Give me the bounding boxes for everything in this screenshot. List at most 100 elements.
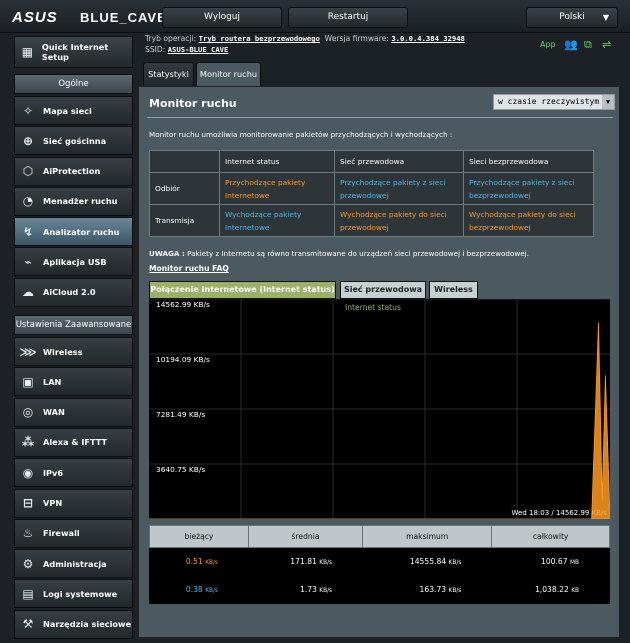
sidebar-item-usb-app[interactable]: ⌁ Aplikacja USB — [14, 247, 133, 277]
users-icon[interactable]: 👥 — [564, 38, 578, 51]
sidebar-item-wireless[interactable]: ⋙ Wireless — [14, 337, 133, 367]
table-cell: Wychodzące pakiety do sieci przewodowej — [334, 204, 464, 237]
quick-setup-label: Quick Internet Setup — [41, 42, 109, 62]
stats-header: całkowity — [491, 525, 610, 548]
firewall-icon: ♨ — [22, 526, 34, 541]
table-header: Internet status — [219, 150, 335, 173]
quick-setup-icon: ▦ — [21, 45, 34, 59]
wan-icon: ◎ — [22, 405, 34, 420]
logout-button[interactable]: Wyloguj — [162, 7, 282, 28]
stats-cell: 100.67 MB — [491, 547, 610, 576]
app-link[interactable]: App — [540, 40, 556, 49]
stats-cell: 1.73 KB/s — [247, 575, 364, 604]
firmware-label: Wersja firmware: — [324, 34, 389, 43]
note-label: UWAGA : — [149, 249, 185, 258]
sidebar-item-aicloud[interactable]: ☁ AiCloud 2.0 — [14, 277, 133, 307]
chevron-down-icon: ▼ — [602, 95, 614, 109]
divider — [147, 117, 613, 118]
language-select[interactable]: Polski ▼ — [526, 7, 618, 28]
advanced-section-header: Ustawienia Zaawansowane — [14, 315, 133, 336]
sidebar-item-ipv6[interactable]: ◉ IPv6 — [14, 458, 133, 488]
sidebar-item-traffic-analyzer[interactable]: ↯ Analizator ruchu — [14, 217, 133, 247]
traffic-chart: 14562.99 KB/s 10194.09 KB/s 7281.49 KB/s 36… — [149, 299, 610, 519]
tab-traffic-monitor[interactable]: Monitor ruchu — [196, 62, 261, 86]
row-label: Transmisja — [149, 204, 220, 237]
general-section-header: Ogólne — [14, 74, 133, 94]
table-row: 0.38 KB/s 1.73 KB/s 163.73 KB/s 1,038.22… — [149, 575, 610, 604]
sidebar-item-wan[interactable]: ◎ WAN — [14, 397, 133, 427]
wireless-icon: ⋙ — [19, 344, 37, 359]
sidebar-item-guest-network[interactable]: ⊕ Sieć gościnna — [14, 126, 133, 156]
sidebar-item-system-log[interactable]: ▤ Logi systemowe — [14, 579, 133, 609]
note: UWAGA : Pakiety z Internetu są równo tra… — [149, 249, 529, 258]
aiprotection-icon: ⬡ — [22, 164, 34, 179]
sidebar-item-network-tools[interactable]: ⚒ Narzędzia sieciowe — [14, 609, 133, 639]
lan-icon: ▣ — [22, 374, 34, 389]
traffic-manager-icon: ◔ — [22, 194, 34, 209]
top-bar: ASUS BLUE_CAVE Wyloguj Restartuj Polski … — [0, 0, 630, 33]
table-cell: Wychodzące pakiety do sieci bezprzewodow… — [463, 204, 594, 237]
traffic-chart-svg: 14562.99 KB/s 10194.09 KB/s 7281.49 KB/s 36… — [149, 299, 610, 519]
tab-statistics[interactable]: Statystyki — [143, 62, 194, 86]
page-title: Monitor ruchu — [149, 97, 237, 110]
table-header: Sieci bezprzewodowa — [463, 150, 594, 173]
table-cell: Przychodzące pakiety z sieci bezprzewodo… — [463, 172, 594, 205]
router-info: Tryb operacji: Tryb routera bezprzewodow… — [145, 33, 465, 55]
sidebar-item-network-map[interactable]: ✧ Mapa sieci — [14, 96, 133, 125]
note-text: Pakiety z Internetu są równo transmitowa… — [187, 249, 529, 258]
sidebar-item-traffic-manager[interactable]: ◔ Menadżer ruchu — [14, 186, 133, 216]
sidebar: ▦ Quick Internet Setup Ogólne ✧ Mapa siec… — [14, 36, 133, 640]
admin-icon: ⚙ — [22, 556, 34, 571]
model-name: BLUE_CAVE — [80, 10, 167, 25]
ssid-link[interactable]: ASUS-BLUE_CAVE — [168, 45, 229, 54]
sidebar-item-alexa[interactable]: ⁂ Alexa & IFTTT — [14, 427, 133, 457]
table-header: Sieć przewodowa — [334, 150, 464, 173]
tab-internet-status[interactable]: Połączenie Internetowe (Internet status) — [149, 281, 336, 299]
y-tick-label: 3640.75 KB/s — [156, 465, 205, 474]
vpn-icon: ⊟ — [22, 496, 34, 511]
stats-table: bieżący średnia maksimum całkowity 0.51 … — [149, 525, 610, 604]
table-row: 0.51 KB/s 171.81 KB/s 14555.84 KB/s 100.… — [149, 547, 610, 576]
series-area-rx — [149, 322, 610, 519]
monitor-mode-select[interactable]: w czasie rzeczywistym ▼ — [493, 94, 615, 110]
faq-link[interactable]: Monitor ruchu FAQ — [149, 264, 229, 273]
table-cell: Wychodzące pakiety Internetowe — [219, 204, 335, 237]
table-row: Transmisja Wychodzące pakiety Internetow… — [149, 204, 594, 237]
stats-cell: 163.73 KB/s — [362, 575, 493, 604]
tools-icon: ⚒ — [22, 617, 34, 632]
tab-wired[interactable]: Sieć przewodowa — [340, 281, 426, 299]
firmware-link[interactable]: 3.0.0.4.384_32948 — [391, 34, 465, 43]
y-tick-label: 7281.49 KB/s — [156, 410, 205, 419]
sidebar-item-lan[interactable]: ▣ LAN — [14, 367, 133, 397]
sidebar-item-firewall[interactable]: ♨ Firewall — [14, 518, 133, 548]
ssid-label: SSID: — [145, 45, 166, 54]
mode-link[interactable]: Tryb routera bezprzewodowego — [199, 34, 320, 43]
table-cell: Przychodzące pakiety z sieci przewodowej — [334, 172, 464, 205]
logs-icon: ▤ — [22, 586, 34, 601]
traffic-analyzer-icon: ↯ — [22, 224, 34, 239]
sidebar-item-administration[interactable]: ⚙ Administracja — [14, 549, 133, 579]
monitor-mode-value: w czasie rzeczywistym — [498, 97, 600, 106]
restart-button[interactable]: Restartuj — [288, 7, 408, 28]
quick-setup-button[interactable]: ▦ Quick Internet Setup — [14, 36, 133, 68]
stats-cell: 1,038.22 KB — [491, 575, 610, 604]
stats-cell: 0.51 KB/s — [149, 547, 249, 576]
network-map-icon: ✧ — [22, 103, 34, 118]
stats-header: maksimum — [362, 525, 493, 548]
mode-label: Tryb operacji: — [145, 34, 197, 43]
tab-wireless[interactable]: Wireless — [429, 281, 478, 299]
stats-header: średnia — [247, 525, 364, 548]
stats-cell: 14555.84 KB/s — [362, 547, 493, 576]
y-tick-label: 10194.09 KB/s — [156, 355, 210, 364]
stats-cell: 0.38 KB/s — [149, 575, 249, 604]
usb-status-icon[interactable]: ⧉ — [584, 38, 592, 52]
sidebar-item-vpn[interactable]: ⊟ VPN — [14, 488, 133, 518]
stats-cell: 171.81 KB/s — [247, 547, 364, 576]
row-label: Odbiór — [149, 172, 220, 205]
language-label: Polski — [559, 12, 585, 22]
table-cell: Przychodzące pakiety Internetowe — [219, 172, 335, 205]
usb-plug-icon[interactable]: ⇌ — [602, 38, 611, 51]
stats-header: bieżący — [149, 525, 249, 548]
chart-title: Internet status — [345, 303, 401, 312]
sidebar-item-aiprotection[interactable]: ⬡ AiProtection — [14, 156, 133, 186]
